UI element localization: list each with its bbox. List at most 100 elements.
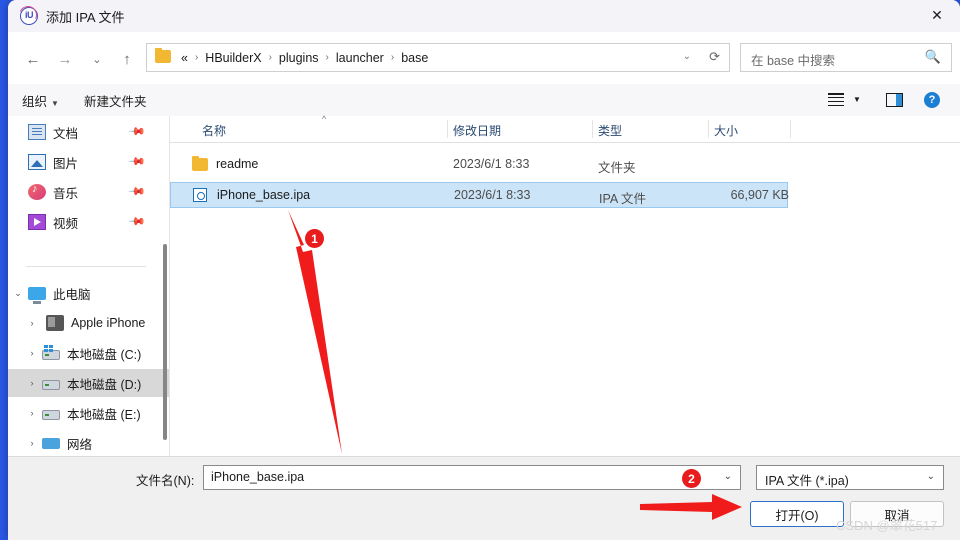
sidebar-item-label: 网络 [67, 437, 93, 452]
breadcrumb-plugins[interactable]: plugins [277, 51, 321, 65]
sidebar-item-label: 本地磁盘 (C:) [67, 347, 142, 362]
title-bar: 添加 IPA 文件 ✕ [8, 0, 960, 33]
column-header-date[interactable]: 修改日期 [453, 122, 501, 139]
chevron-down-icon[interactable]: ⌄ [683, 51, 691, 62]
screen: 添加 IPA 文件 ✕ ← → ⌄ ↑ « › HBuilderX › plug… [0, 0, 960, 540]
column-header-type[interactable]: 类型 [598, 122, 622, 139]
column-divider[interactable] [790, 120, 791, 138]
file-type-value: IPA 文件 (*.ipa) [765, 474, 849, 488]
dialog-footer: 文件名(N): iPhone_base.ipa ⌄ IPA 文件 (*.ipa)… [8, 456, 960, 540]
file-name-value: iPhone_base.ipa [211, 470, 305, 484]
breadcrumb-separator-icon: › [194, 52, 199, 63]
column-divider[interactable] [592, 120, 593, 138]
drive-icon [42, 410, 60, 420]
annotation-badge-1: 1 [305, 229, 324, 248]
sidebar-item-drive-e[interactable]: › 本地磁盘 (E:) [8, 399, 170, 427]
sidebar-item-drive-d[interactable]: › 本地磁盘 (D:) [8, 369, 170, 397]
search-icon[interactable]: 🔍 [925, 49, 941, 65]
chevron-right-icon[interactable]: › [22, 348, 42, 358]
chevron-right-icon[interactable]: › [22, 438, 42, 448]
chevron-right-icon[interactable]: › [22, 408, 42, 418]
sidebar-item-music[interactable]: 音乐 📌 [8, 178, 158, 206]
file-name: iPhone_base.ipa [217, 188, 311, 202]
column-header-row: ^ 名称 修改日期 类型 大小 [170, 114, 960, 143]
column-header-size[interactable]: 大小 [714, 122, 738, 139]
sidebar-item-pictures[interactable]: 图片 📌 [8, 148, 158, 176]
watermark: CSDN @翠花517 [836, 518, 938, 533]
navigation-pane: 文档 📌 图片 📌 音乐 📌 视频 📌 [8, 116, 170, 456]
chevron-right-icon[interactable]: › [22, 318, 42, 328]
breadcrumb-launcher[interactable]: launcher [334, 51, 386, 65]
help-icon[interactable]: ? [924, 92, 940, 108]
breadcrumb-separator-icon: › [390, 52, 395, 63]
drive-icon [42, 380, 60, 390]
forward-icon[interactable]: → [52, 46, 78, 72]
sidebar-item-videos[interactable]: 视频 📌 [8, 208, 158, 236]
column-divider[interactable] [447, 120, 448, 138]
pin-icon[interactable]: 📌 [128, 152, 147, 171]
sidebar-scrollbar[interactable] [163, 244, 167, 440]
column-divider[interactable] [708, 120, 709, 138]
file-type: 文件夹 [598, 161, 636, 175]
sidebar-item-label: 本地磁盘 (D:) [67, 377, 142, 392]
sidebar-item-apple-iphone[interactable]: › Apple iPhone [8, 309, 170, 337]
sidebar-divider [26, 266, 146, 267]
sidebar-item-this-pc[interactable]: ⌄ 此电脑 [8, 279, 158, 307]
folder-icon [192, 155, 208, 171]
view-list-icon[interactable] [828, 93, 844, 107]
command-bar: 组织 ▼ 新建文件夹 ▼ ? [8, 84, 960, 117]
file-list: ^ 名称 修改日期 类型 大小 readme 2023/6/1 8:33 文件夹… [170, 114, 960, 456]
breadcrumb-base[interactable]: base [399, 51, 430, 65]
file-type: IPA 文件 [599, 192, 647, 206]
close-icon[interactable]: ✕ [914, 0, 960, 31]
chevron-right-icon[interactable]: › [22, 378, 42, 388]
pin-icon[interactable]: 📌 [128, 122, 147, 141]
network-icon [42, 437, 60, 449]
videos-icon [28, 214, 46, 230]
chevron-down-icon[interactable]: ⌄ [8, 288, 28, 299]
music-icon [28, 183, 46, 200]
address-bar[interactable]: « › HBuilderX › plugins › launcher › bas… [146, 43, 730, 72]
organize-button[interactable]: 组织 ▼ [22, 91, 59, 110]
pin-icon[interactable]: 📌 [128, 182, 147, 201]
documents-icon [28, 124, 46, 140]
annotation-badge-2: 2 [682, 469, 701, 488]
sidebar-item-label: 文档 [53, 126, 79, 141]
table-row[interactable]: readme 2023/6/1 8:33 文件夹 [170, 152, 788, 178]
back-icon[interactable]: ← [20, 46, 46, 72]
file-type-select[interactable]: IPA 文件 (*.ipa) ⌄ [756, 465, 944, 490]
sort-ascending-icon: ^ [322, 114, 327, 124]
sidebar-item-documents[interactable]: 文档 📌 [8, 118, 158, 146]
up-icon[interactable]: ↑ [114, 46, 140, 72]
pin-icon[interactable]: 📌 [128, 212, 147, 231]
breadcrumb-hbuilderx[interactable]: HBuilderX [203, 51, 263, 65]
open-button[interactable]: 打开(O) [750, 501, 844, 527]
preview-pane-icon[interactable] [886, 93, 903, 107]
this-pc-icon [28, 286, 46, 304]
sidebar-item-label: Apple iPhone [71, 316, 146, 330]
column-header-name[interactable]: 名称 [202, 122, 226, 139]
refresh-icon[interactable]: ⟳ [709, 49, 720, 65]
search-input[interactable]: 在 base 中搜索 🔍 [740, 43, 952, 72]
sidebar-item-network[interactable]: › 网络 [8, 429, 170, 456]
new-folder-button[interactable]: 新建文件夹 [84, 91, 147, 110]
folder-icon [155, 47, 171, 63]
recent-locations-icon[interactable]: ⌄ [84, 46, 110, 72]
breadcrumb-root[interactable]: « [179, 51, 190, 65]
table-row[interactable]: iPhone_base.ipa 2023/6/1 8:33 IPA 文件 66,… [170, 182, 789, 208]
chevron-down-icon: ▼ [51, 99, 59, 108]
file-name-label: 文件名(N): [136, 474, 195, 488]
chevron-down-icon[interactable]: ▼ [853, 95, 861, 104]
file-name: readme [216, 157, 259, 171]
sidebar-item-label: 本地磁盘 (E:) [67, 407, 141, 422]
sidebar-item-drive-c[interactable]: › 本地磁盘 (C:) [8, 339, 170, 367]
file-name-input[interactable]: iPhone_base.ipa ⌄ [203, 465, 741, 490]
pictures-icon [28, 154, 46, 170]
breadcrumb: « › HBuilderX › plugins › launcher › bas… [179, 44, 430, 71]
ipa-file-icon [193, 188, 207, 202]
organize-label: 组织 [22, 95, 48, 109]
breadcrumb-separator-icon: › [268, 52, 272, 63]
chevron-down-icon[interactable]: ⌄ [724, 471, 732, 482]
chevron-down-icon[interactable]: ⌄ [927, 471, 935, 482]
system-drive-icon [42, 345, 60, 360]
